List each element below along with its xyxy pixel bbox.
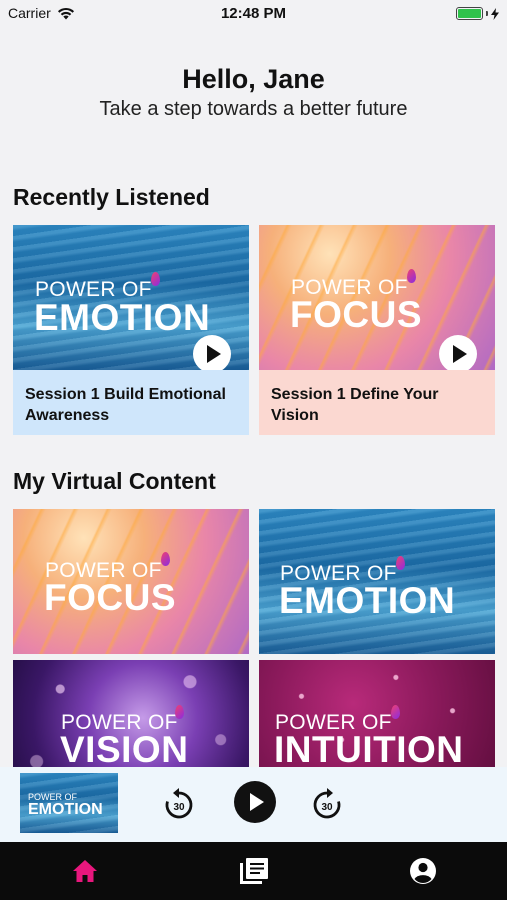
card-artwork: POWER OF INTUITION bbox=[259, 660, 495, 767]
battery-indicator bbox=[456, 7, 499, 20]
skip-forward-label: 30 bbox=[321, 802, 333, 813]
brand-flame-icon bbox=[161, 552, 170, 566]
recent-card-emotion[interactable]: POWER OF EMOTION Session 1 Build Emotion… bbox=[13, 225, 249, 435]
library-icon bbox=[240, 858, 268, 884]
artwork-title-line2: EMOTION bbox=[279, 580, 456, 621]
tab-library[interactable] bbox=[239, 856, 269, 886]
profile-icon bbox=[410, 858, 436, 884]
tab-bar bbox=[0, 842, 507, 900]
charging-icon bbox=[491, 7, 499, 20]
home-icon bbox=[73, 860, 97, 882]
artwork-title-line2: INTUITION bbox=[274, 729, 464, 767]
virtual-card-emotion[interactable]: POWER OF EMOTION bbox=[259, 509, 495, 654]
forward-30-icon: 30 bbox=[313, 788, 341, 819]
rewind-30-icon: 30 bbox=[165, 788, 193, 819]
card-caption: Session 1 Define Your Vision bbox=[259, 370, 495, 435]
card-artwork: POWER OF EMOTION bbox=[13, 225, 249, 370]
greeting-title: Hello, Jane bbox=[182, 64, 325, 94]
artwork-title-line2: FOCUS bbox=[44, 577, 176, 618]
play-icon bbox=[453, 345, 467, 363]
virtual-card-focus[interactable]: POWER OF FOCUS bbox=[13, 509, 249, 654]
greeting-subtitle: Take a step towards a better future bbox=[99, 98, 408, 120]
card-caption: Session 1 Build Emotional Awareness bbox=[13, 370, 249, 435]
card-artwork: POWER OF FOCUS bbox=[259, 225, 495, 370]
artwork-title-line2: VISION bbox=[60, 729, 189, 767]
recently-listened-title: Recently Listened bbox=[13, 184, 210, 210]
card-artwork: POWER OF EMOTION bbox=[259, 509, 495, 654]
status-bar: Carrier 12:48 PM bbox=[0, 0, 507, 28]
brand-flame-icon bbox=[407, 269, 416, 283]
play-icon bbox=[250, 793, 264, 811]
play-button[interactable] bbox=[193, 335, 231, 370]
play-icon bbox=[207, 345, 221, 363]
thumbnail-title-line2: EMOTION bbox=[28, 801, 103, 818]
tab-home[interactable] bbox=[70, 856, 100, 886]
brand-flame-icon bbox=[175, 705, 184, 719]
battery-icon bbox=[456, 7, 483, 20]
tab-profile[interactable] bbox=[408, 856, 438, 886]
skip-back-label: 30 bbox=[173, 802, 185, 813]
skip-forward-30-button[interactable]: 30 bbox=[309, 787, 345, 823]
virtual-card-vision[interactable]: POWER OF VISION bbox=[13, 660, 249, 767]
artwork-title-line2: FOCUS bbox=[290, 294, 422, 335]
card-artwork: POWER OF VISION bbox=[13, 660, 249, 767]
play-pause-button[interactable] bbox=[234, 781, 276, 823]
virtual-content-title: My Virtual Content bbox=[13, 468, 216, 494]
brand-flame-icon bbox=[391, 705, 400, 719]
recent-card-focus[interactable]: POWER OF FOCUS Session 1 Define Your Vis… bbox=[259, 225, 495, 435]
card-artwork: POWER OF FOCUS bbox=[13, 509, 249, 654]
brand-flame-icon bbox=[151, 272, 160, 286]
brand-flame-icon bbox=[396, 556, 405, 570]
mini-player: POWER OF EMOTION 30 30 bbox=[0, 767, 507, 842]
virtual-card-intuition[interactable]: POWER OF INTUITION bbox=[259, 660, 495, 767]
artwork-title-line2: EMOTION bbox=[34, 297, 211, 338]
status-time: 12:48 PM bbox=[220, 5, 287, 22]
now-playing-thumbnail[interactable]: POWER OF EMOTION bbox=[20, 773, 118, 833]
play-button[interactable] bbox=[439, 335, 477, 370]
skip-back-30-button[interactable]: 30 bbox=[161, 787, 197, 823]
